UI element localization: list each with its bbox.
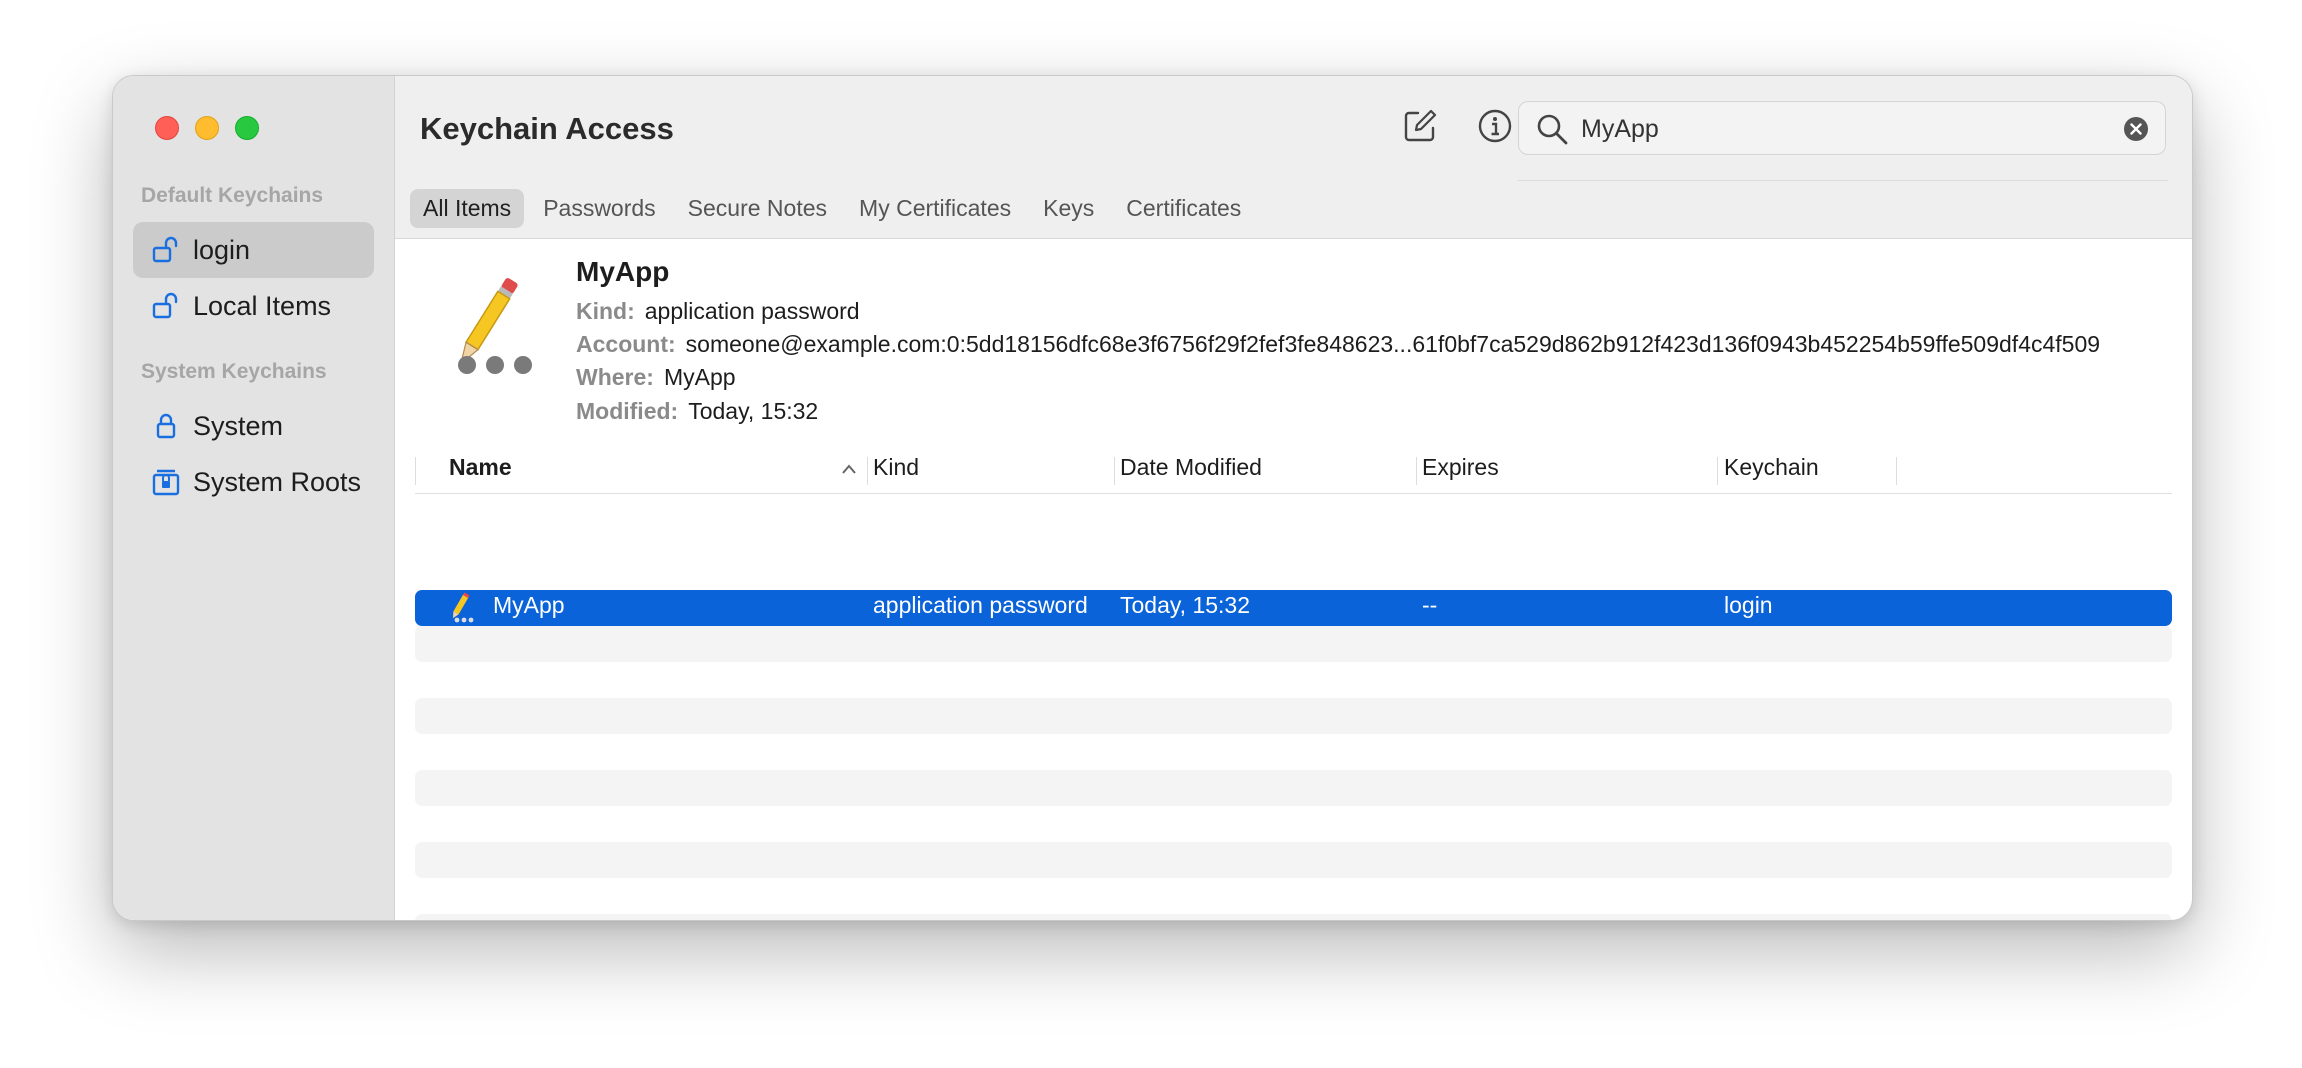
minimize-window-button[interactable] <box>195 116 219 140</box>
column-separator <box>1717 457 1718 485</box>
tab-certificates[interactable]: Certificates <box>1113 189 1254 228</box>
search-input[interactable] <box>1579 110 2103 148</box>
column-header-name[interactable]: Name <box>449 454 512 481</box>
detail-modified: Modified: Today, 15:32 <box>576 398 818 425</box>
clear-search-icon[interactable] <box>2123 116 2149 147</box>
sidebar: Default Keychains login Local Items Syst… <box>113 76 395 920</box>
column-separator <box>1896 457 1897 485</box>
locked-cabinet-icon <box>149 465 183 499</box>
column-separator <box>1114 457 1115 485</box>
detail-where-label: Where: <box>576 364 654 390</box>
sidebar-item-local-items[interactable]: Local Items <box>133 278 374 334</box>
detail-modified-value: Today, 15:32 <box>688 398 819 424</box>
keychain-access-window: Default Keychains login Local Items Syst… <box>112 75 2193 921</box>
column-header-date-modified[interactable]: Date Modified <box>1120 454 1262 481</box>
sort-ascending-icon[interactable] <box>841 462 857 480</box>
detail-account-value: someone@example.com:0:5dd18156dfc68e3f67… <box>685 331 2101 357</box>
detail-modified-label: Modified: <box>576 398 679 424</box>
default-keychains-heading: Default Keychains <box>141 184 324 207</box>
detail-account: Account: someone@example.com:0:5dd18156df… <box>576 331 2100 358</box>
window-title: Keychain Access <box>420 111 674 146</box>
sidebar-item-label: login <box>193 234 251 265</box>
sidebar-item-system[interactable]: System <box>133 398 374 454</box>
table-row[interactable]: MyApp application password Today, 15:32 … <box>415 590 2172 626</box>
column-header-kind[interactable]: Kind <box>873 454 919 481</box>
table-header: Name Kind Date Modified Expires Keychain <box>415 447 2172 494</box>
detail-kind-label: Kind: <box>576 298 635 324</box>
tab-secure-notes[interactable]: Secure Notes <box>675 189 840 228</box>
system-keychains-heading: System Keychains <box>141 360 327 383</box>
row-name: MyApp <box>493 592 565 618</box>
row-expires: -- <box>1422 592 1438 618</box>
row-password-icon <box>445 592 475 630</box>
detail-where-value: MyApp <box>663 364 736 390</box>
detail-item-name: MyApp <box>576 256 670 287</box>
toolbar-divider <box>1518 180 2168 181</box>
detail-account-label: Account: <box>576 331 676 357</box>
sidebar-item-system-roots[interactable]: System Roots <box>133 454 374 510</box>
close-window-button[interactable] <box>155 116 179 140</box>
row-date-modified: Today, 15:32 <box>1120 592 1251 618</box>
search-field[interactable] <box>1518 101 2166 155</box>
column-separator <box>415 457 416 485</box>
unlocked-padlock-icon <box>149 233 183 267</box>
column-header-keychain[interactable]: Keychain <box>1724 454 1819 481</box>
row-keychain: login <box>1724 592 1773 618</box>
sidebar-item-label: Local Items <box>193 290 332 321</box>
compose-icon <box>1402 108 1438 149</box>
info-icon <box>1477 108 1513 149</box>
toolbar: Keychain Access MyApp All Items Password… <box>395 76 2192 239</box>
detail-where: Where: MyApp <box>576 364 736 391</box>
column-separator <box>1416 457 1417 485</box>
unlocked-padlock-icon <box>149 289 183 323</box>
get-info-button[interactable] <box>1473 106 1517 150</box>
detail-kind: Kind: application password <box>576 298 860 325</box>
empty-row <box>415 626 2172 662</box>
sidebar-item-login[interactable]: login <box>133 222 374 278</box>
empty-row <box>415 698 2172 734</box>
main-area: Keychain Access MyApp All Items Password… <box>395 76 2192 920</box>
column-separator <box>867 457 868 485</box>
zoom-window-button[interactable] <box>235 116 259 140</box>
category-tabs: All Items Passwords Secure Notes My Cert… <box>410 189 1260 228</box>
empty-row <box>415 842 2172 878</box>
tab-all-items[interactable]: All Items <box>410 189 525 228</box>
tab-my-certificates[interactable]: My Certificates <box>846 189 1024 228</box>
detail-kind-value: application password <box>644 298 860 324</box>
row-kind: application password <box>873 592 1088 618</box>
new-item-button[interactable] <box>1398 106 1442 150</box>
locked-padlock-icon <box>149 409 183 443</box>
empty-row <box>415 770 2172 806</box>
sidebar-item-label: System Roots <box>193 466 362 497</box>
tab-passwords[interactable]: Passwords <box>530 189 668 228</box>
column-header-expires[interactable]: Expires <box>1422 454 1499 481</box>
search-icon <box>1535 112 1569 151</box>
empty-row <box>415 914 2172 920</box>
tab-keys[interactable]: Keys <box>1030 189 1107 228</box>
sidebar-item-label: System <box>193 410 284 441</box>
pencil-password-icon <box>425 267 545 387</box>
